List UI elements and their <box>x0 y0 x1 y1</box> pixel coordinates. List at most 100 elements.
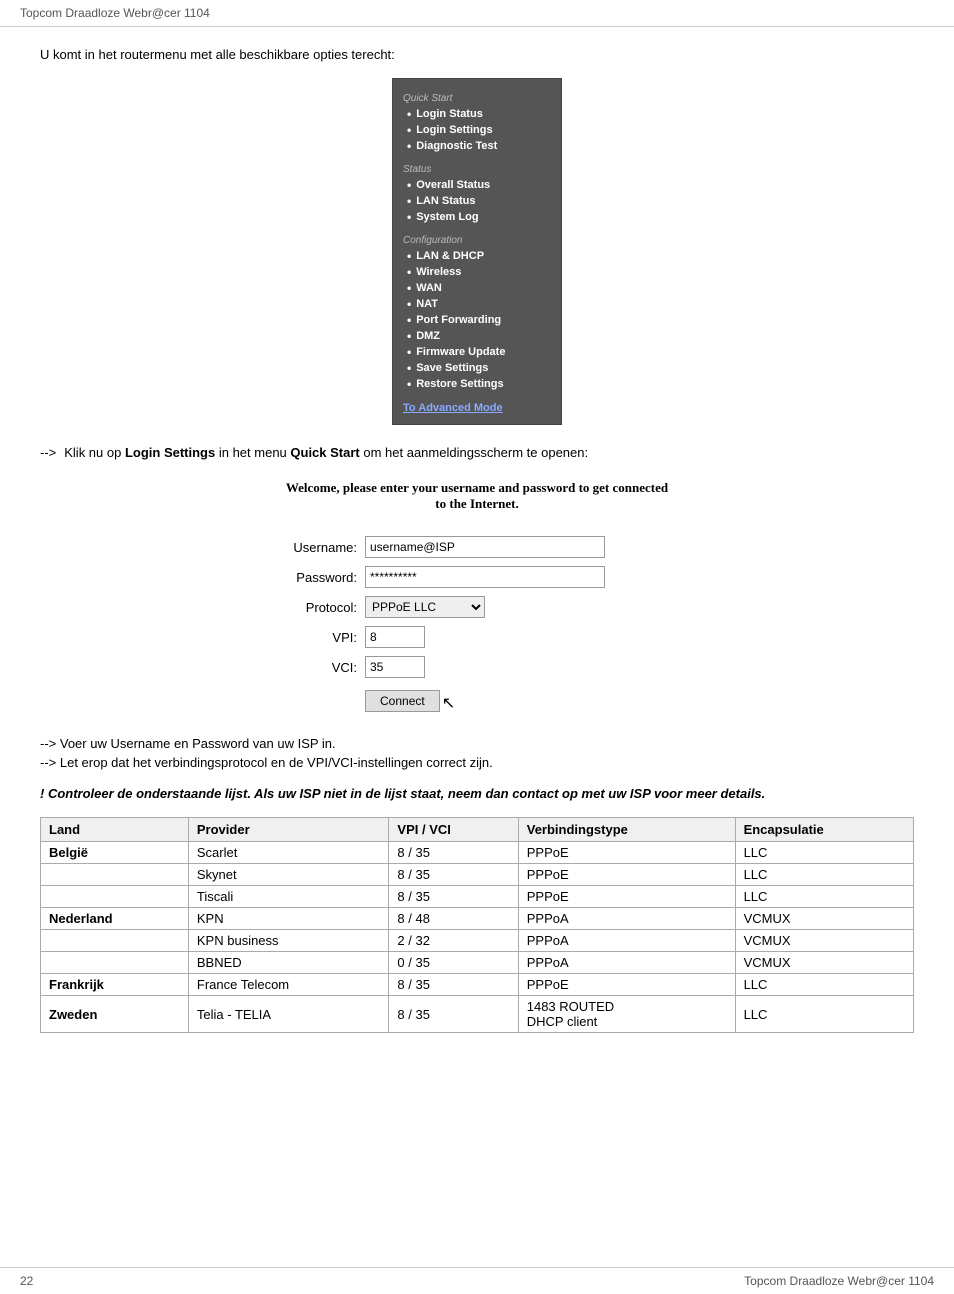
cell-verbindingstype: PPPoA <box>518 908 735 930</box>
cell-verbindingstype: PPPoE <box>518 864 735 886</box>
vci-label: VCI: <box>267 660 357 675</box>
cell-provider: BBNED <box>188 952 389 974</box>
instructions: --> Voer uw Username en Password van uw … <box>40 736 914 770</box>
table-row: NederlandKPN8 / 48PPPoAVCMUX <box>41 908 914 930</box>
router-menu: Quick Start Login Status Login Settings … <box>392 78 562 425</box>
cell-land <box>41 930 189 952</box>
col-header-land: Land <box>41 818 189 842</box>
vpi-input[interactable] <box>365 626 425 648</box>
protocol-select[interactable]: PPPoE LLC PPPoA LLC PPPoA VCMUX <box>365 596 485 618</box>
table-row: Tiscali8 / 35PPPoELLC <box>41 886 914 908</box>
cell-provider: Telia - TELIA <box>188 996 389 1033</box>
cell-encapsulatie: LLC <box>735 996 913 1033</box>
cell-land <box>41 886 189 908</box>
menu-screenshot: Quick Start Login Status Login Settings … <box>40 78 914 425</box>
cell-vpi-vci: 8 / 35 <box>389 996 518 1033</box>
menu-item-save-settings: Save Settings <box>393 360 561 376</box>
menu-item-port-forwarding: Port Forwarding <box>393 312 561 328</box>
welcome-line2: to the Internet. <box>40 496 914 512</box>
table-row: Skynet8 / 35PPPoELLC <box>41 864 914 886</box>
menu-item-lan-dhcp: LAN & DHCP <box>393 248 561 264</box>
cell-encapsulatie: LLC <box>735 842 913 864</box>
protocol-label: Protocol: <box>267 600 357 615</box>
username-input[interactable] <box>365 536 605 558</box>
menu-item-system-log: System Log <box>393 209 561 225</box>
connect-row: Connect ↖ <box>267 690 687 716</box>
username-label: Username: <box>267 540 357 555</box>
menu-section-quickstart: Quick Start <box>393 87 561 106</box>
cell-encapsulatie: VCMUX <box>735 930 913 952</box>
cell-vpi-vci: 2 / 32 <box>389 930 518 952</box>
vpi-row: VPI: <box>267 626 687 648</box>
cell-verbindingstype: PPPoE <box>518 886 735 908</box>
footer-title: Topcom Draadloze Webr@cer 1104 <box>744 1274 934 1288</box>
cell-vpi-vci: 8 / 35 <box>389 974 518 996</box>
menu-item-firmware-update: Firmware Update <box>393 344 561 360</box>
cell-encapsulatie: VCMUX <box>735 908 913 930</box>
footer-page-number: 22 <box>20 1274 33 1288</box>
welcome-box: Welcome, please enter your username and … <box>40 480 914 512</box>
welcome-line1: Welcome, please enter your username and … <box>40 480 914 496</box>
col-header-encapsulatie: Encapsulatie <box>735 818 913 842</box>
connect-button[interactable]: Connect <box>365 690 440 712</box>
cell-verbindingstype: PPPoA <box>518 930 735 952</box>
page-header: Topcom Draadloze Webr@cer 1104 <box>0 0 954 27</box>
menu-item-diagnostic-test: Diagnostic Test <box>393 138 561 154</box>
menu-item-restore-settings: Restore Settings <box>393 376 561 392</box>
menu-item-nat: NAT <box>393 296 561 312</box>
isp-table: Land Provider VPI / VCI Verbindingstype … <box>40 817 914 1033</box>
menu-item-login-status: Login Status <box>393 106 561 122</box>
cell-vpi-vci: 0 / 35 <box>389 952 518 974</box>
cell-vpi-vci: 8 / 35 <box>389 886 518 908</box>
cell-land <box>41 952 189 974</box>
warning-text: ! Controleer de onderstaande lijst. Als … <box>40 786 914 801</box>
table-row: FrankrijkFrance Telecom8 / 35PPPoELLC <box>41 974 914 996</box>
cell-provider: KPN <box>188 908 389 930</box>
cell-land <box>41 864 189 886</box>
password-row: Password: <box>267 566 687 588</box>
page-footer: 22 Topcom Draadloze Webr@cer 1104 <box>0 1267 954 1294</box>
table-row: KPN business2 / 32PPPoAVCMUX <box>41 930 914 952</box>
cell-provider: KPN business <box>188 930 389 952</box>
col-header-verbindingstype: Verbindingstype <box>518 818 735 842</box>
cell-land: Zweden <box>41 996 189 1033</box>
col-header-vpi-vci: VPI / VCI <box>389 818 518 842</box>
menu-item-lan-status: LAN Status <box>393 193 561 209</box>
col-header-provider: Provider <box>188 818 389 842</box>
cell-encapsulatie: LLC <box>735 974 913 996</box>
cell-verbindingstype: 1483 ROUTED DHCP client <box>518 996 735 1033</box>
vci-row: VCI: <box>267 656 687 678</box>
menu-item-wireless: Wireless <box>393 264 561 280</box>
cell-verbindingstype: PPPoA <box>518 952 735 974</box>
cell-provider: Skynet <box>188 864 389 886</box>
cell-land: Frankrijk <box>41 974 189 996</box>
intro-text: U komt in het routermenu met alle beschi… <box>40 47 914 62</box>
cell-encapsulatie: VCMUX <box>735 952 913 974</box>
cell-provider: France Telecom <box>188 974 389 996</box>
menu-advanced-mode-link: To Advanced Mode <box>393 396 561 416</box>
header-title: Topcom Draadloze Webr@cer 1104 <box>20 6 210 20</box>
menu-section-configuration: Configuration <box>393 229 561 248</box>
cell-vpi-vci: 8 / 35 <box>389 842 518 864</box>
cell-encapsulatie: LLC <box>735 864 913 886</box>
cell-land: Nederland <box>41 908 189 930</box>
menu-item-dmz: DMZ <box>393 328 561 344</box>
cell-provider: Tiscali <box>188 886 389 908</box>
password-input[interactable] <box>365 566 605 588</box>
arrow-instruction: --> Klik nu op Login Settings in het men… <box>40 445 914 460</box>
menu-item-login-settings: Login Settings <box>393 122 561 138</box>
vci-input[interactable] <box>365 656 425 678</box>
menu-item-wan: WAN <box>393 280 561 296</box>
cell-land: België <box>41 842 189 864</box>
cell-encapsulatie: LLC <box>735 886 913 908</box>
instruction-1: --> Voer uw Username en Password van uw … <box>40 736 914 751</box>
menu-section-status: Status <box>393 158 561 177</box>
login-form: Username: Password: Protocol: PPPoE LLC … <box>267 536 687 716</box>
protocol-row: Protocol: PPPoE LLC PPPoA LLC PPPoA VCMU… <box>267 596 687 618</box>
cell-vpi-vci: 8 / 35 <box>389 864 518 886</box>
menu-item-overall-status: Overall Status <box>393 177 561 193</box>
cursor-icon: ↖ <box>442 693 455 713</box>
cell-verbindingstype: PPPoE <box>518 842 735 864</box>
table-row: BelgiëScarlet8 / 35PPPoELLC <box>41 842 914 864</box>
username-row: Username: <box>267 536 687 558</box>
